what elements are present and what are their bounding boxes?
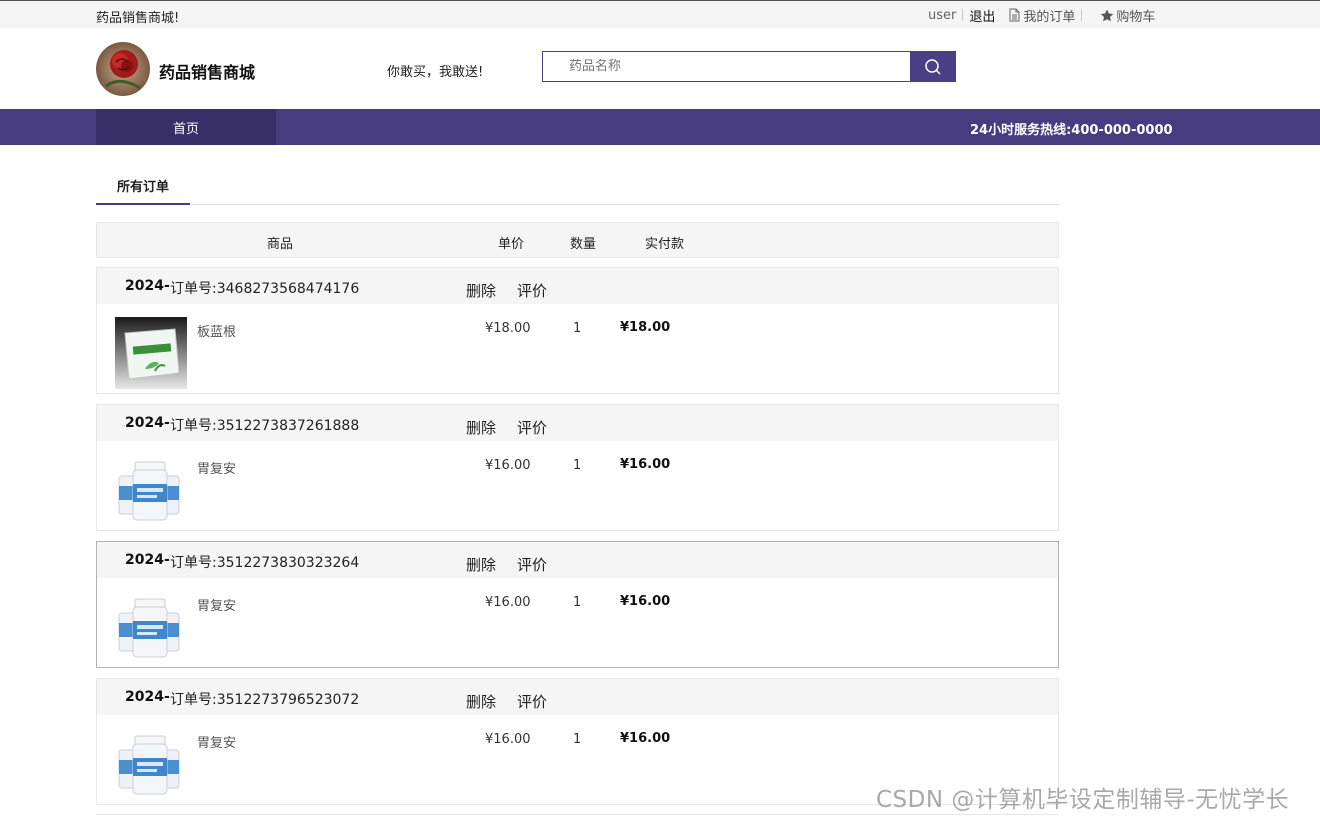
star-icon: [1101, 9, 1114, 21]
product-image[interactable]: [115, 454, 187, 526]
unit-price: ¥18.00: [485, 321, 531, 336]
cart-label: 购物车: [1116, 9, 1156, 25]
service-hotline: 24小时服务热线:400-000-0000: [970, 123, 1173, 138]
order-number: 订单号:3468273568474176: [170, 281, 360, 297]
order-header: 2024- 订单号:3512273796523072 删除 评价: [97, 679, 1058, 715]
product-name[interactable]: 胃复安: [197, 458, 236, 477]
quantity: 1: [573, 732, 582, 747]
paid-amount: ¥16.00: [620, 457, 671, 472]
unit-price: ¥16.00: [485, 458, 531, 473]
paid-amount: ¥16.00: [620, 594, 671, 609]
site-header: 药品销售商城 你敢买，我敢送!: [0, 28, 1320, 109]
top-bar: 药品销售商城! user 退出 我的订单 购物车: [0, 0, 1320, 28]
order-card: 2024- 订单号:3512273830323264 删除 评价 胃复安 ¥16…: [96, 541, 1059, 668]
product-image[interactable]: [115, 591, 187, 663]
delete-order-button[interactable]: 删除: [466, 554, 496, 575]
order-year: 2024-: [125, 689, 170, 705]
site-slogan: 你敢买，我敢送!: [387, 65, 484, 80]
review-order-button[interactable]: 评价: [517, 417, 547, 438]
nav-home[interactable]: 首页: [96, 109, 276, 145]
document-icon: [1009, 8, 1020, 22]
pill-bottles-image: [115, 454, 187, 526]
order-year: 2024-: [125, 278, 170, 294]
welcome-text: 药品销售商城!: [96, 11, 180, 26]
order-header: 2024- 订单号:3512273837261888 删除 评价: [97, 405, 1058, 441]
search-icon: [925, 58, 941, 75]
unit-price: ¥16.00: [485, 595, 531, 610]
order-table-header: 商品 单价 数量 实付款: [96, 222, 1059, 258]
col-paid: 实付款: [645, 237, 685, 252]
review-order-button[interactable]: 评价: [517, 554, 547, 575]
pill-bottles-image: [115, 591, 187, 663]
divider: [96, 814, 1059, 815]
site-logo[interactable]: [96, 42, 150, 96]
product-image[interactable]: [115, 728, 187, 800]
order-year: 2024-: [125, 552, 170, 568]
product-name[interactable]: 胃复安: [197, 595, 236, 614]
order-year: 2024-: [125, 415, 170, 431]
review-order-button[interactable]: 评价: [517, 691, 547, 712]
divider: [1081, 9, 1083, 21]
pill-bottles-image: [115, 728, 187, 800]
my-orders-link[interactable]: 我的订单: [1008, 6, 1075, 25]
delete-order-button[interactable]: 删除: [466, 417, 496, 438]
order-tabs: 所有订单: [96, 168, 1059, 205]
divider: [962, 9, 964, 21]
paid-amount: ¥16.00: [620, 731, 671, 746]
logout-link[interactable]: 退出: [969, 6, 995, 25]
username[interactable]: user: [928, 8, 956, 23]
order-number: 订单号:3512273830323264: [170, 555, 360, 571]
unit-price: ¥16.00: [485, 732, 531, 747]
product-image[interactable]: [115, 317, 187, 389]
top-links: user 退出 我的订单 购物车: [928, 6, 1155, 25]
my-orders-label: 我的订单: [1023, 9, 1076, 25]
order-header: 2024- 订单号:3512273830323264 删除 评价: [97, 542, 1058, 578]
search-button[interactable]: [910, 51, 956, 82]
paid-amount: ¥18.00: [620, 320, 671, 335]
order-number: 订单号:3512273837261888: [170, 418, 360, 434]
order-number: 订单号:3512273796523072: [170, 692, 360, 708]
granule-sachet-image: [115, 317, 187, 389]
col-unit-price: 单价: [498, 237, 525, 252]
col-product: 商品: [267, 237, 294, 252]
product-name[interactable]: 板蓝根: [197, 321, 236, 340]
watermark: CSDN @计算机毕设定制辅导-无忧学长: [876, 787, 1290, 813]
delete-order-button[interactable]: 删除: [466, 691, 496, 712]
product-name[interactable]: 胃复安: [197, 732, 236, 751]
site-name[interactable]: 药品销售商城: [159, 59, 255, 83]
search-input[interactable]: [569, 59, 911, 74]
quantity: 1: [573, 321, 582, 336]
order-card: 2024- 订单号:3468273568474176 删除 评价 板蓝根 ¥18…: [96, 267, 1059, 394]
quantity: 1: [573, 595, 582, 610]
tab-all-orders[interactable]: 所有订单: [96, 168, 190, 205]
delete-order-button[interactable]: 删除: [466, 280, 496, 301]
main-nav: 首页 24小时服务热线:400-000-0000: [0, 109, 1320, 145]
cart-link[interactable]: 购物车: [1100, 6, 1155, 25]
order-header: 2024- 订单号:3468273568474176 删除 评价: [97, 268, 1058, 304]
col-quantity: 数量: [570, 237, 597, 252]
quantity: 1: [573, 458, 582, 473]
rose-logo-icon: [96, 42, 150, 96]
review-order-button[interactable]: 评价: [517, 280, 547, 301]
search-box: [542, 51, 911, 82]
order-card: 2024- 订单号:3512273837261888 删除 评价 胃复安 ¥16…: [96, 404, 1059, 531]
